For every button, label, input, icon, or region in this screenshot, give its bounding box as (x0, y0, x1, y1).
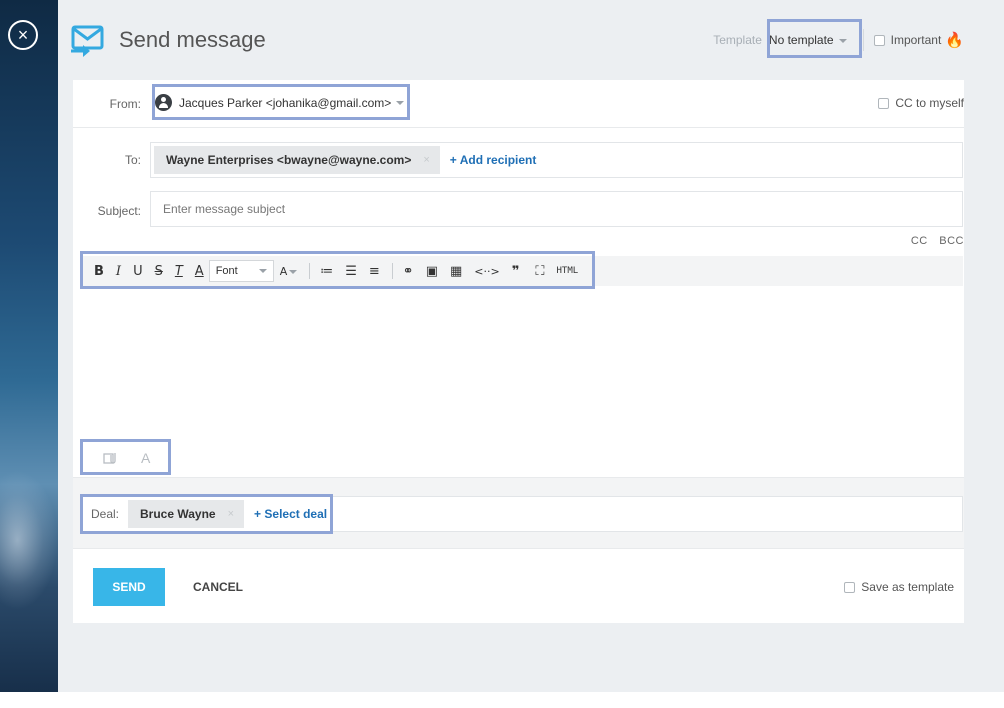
flame-icon: 🔥 (945, 32, 964, 49)
deal-chip[interactable]: Bruce Wayne × (128, 500, 245, 528)
message-editor[interactable] (80, 286, 963, 436)
user-icon (155, 94, 172, 111)
close-button[interactable]: × (8, 20, 38, 50)
text-color-button[interactable]: A (195, 264, 204, 279)
template-select[interactable]: No template (765, 29, 853, 51)
recipient-value: Wayne Enterprises <bwayne@wayne.com> (166, 153, 412, 167)
from-label: From: (109, 97, 141, 111)
cancel-button[interactable]: CANCEL (193, 580, 243, 594)
to-label: To: (124, 153, 141, 167)
template-label: Template (713, 33, 762, 47)
save-as-template-toggle[interactable]: Save as template (844, 580, 954, 594)
deal-label: Deal: (91, 507, 120, 521)
important-label: Important (890, 33, 942, 47)
deal-field[interactable]: Deal: Bruce Wayne × + Select deal (80, 496, 963, 532)
important-checkbox[interactable] (873, 34, 885, 46)
font-select[interactable]: Font (208, 260, 274, 282)
compose-form: From: Jacques Parker <johanika@gmail.com… (73, 80, 964, 623)
send-button[interactable]: SEND (93, 568, 165, 606)
select-deal-link[interactable]: + Select deal (254, 507, 327, 521)
align-button[interactable]: ≡ (369, 264, 380, 279)
remove-recipient-button[interactable]: × (423, 154, 429, 166)
bullet-list-button[interactable]: ☰ (345, 264, 357, 279)
compose-panel: Send message Template No template Import… (58, 0, 1004, 692)
header-actions: Template No template Important 🔥 (713, 29, 964, 51)
cc-link[interactable]: CC (911, 235, 928, 247)
cc-myself-checkbox[interactable] (878, 97, 890, 109)
bold-button[interactable]: B (94, 264, 104, 279)
important-toggle[interactable]: Important 🔥 (873, 31, 964, 49)
add-recipient-link[interactable]: + Add recipient (450, 153, 537, 167)
cc-myself-toggle[interactable]: CC to myself (878, 96, 964, 110)
quote-button[interactable]: ❞ (512, 264, 520, 279)
code-button[interactable]: <··> (474, 265, 499, 278)
html-button[interactable]: HTML (556, 266, 578, 276)
recipient-chip[interactable]: Wayne Enterprises <bwayne@wayne.com> × (154, 146, 440, 174)
remove-deal-button[interactable]: × (228, 508, 234, 520)
image-button[interactable]: ▣ (426, 264, 438, 279)
link-button[interactable]: ⚭ (403, 264, 414, 279)
save-as-template-label: Save as template (861, 580, 954, 594)
strikethrough-button[interactable]: S (155, 264, 163, 279)
italic-button[interactable]: I (116, 264, 121, 279)
from-select[interactable]: Jacques Parker <johanika@gmail.com> (155, 94, 405, 111)
ordered-list-button[interactable]: ≔ (320, 264, 333, 279)
divider (862, 29, 864, 51)
envelope-send-icon (71, 25, 104, 57)
compose-header: Send message Template No template Import… (71, 0, 964, 80)
from-row: From: Jacques Parker <johanika@gmail.com… (73, 80, 964, 128)
font-size-icon: A (279, 264, 288, 278)
font-size-button[interactable]: A (280, 265, 298, 278)
editor-toolbar: B I U S T A Font A ≔ ☰ ≡ ⚭ ▣ ▦ <··> ❞ ⛶ … (80, 256, 963, 286)
subject-input[interactable] (151, 192, 962, 226)
save-as-template-checkbox[interactable] (844, 581, 856, 593)
editor-bottom-tools: A (103, 450, 150, 466)
attachment-icon[interactable] (103, 451, 119, 465)
chevron-down-icon (396, 100, 405, 105)
underline-button[interactable]: U (133, 264, 143, 279)
template-select-value: No template (768, 33, 834, 47)
toolbar-divider (391, 263, 393, 279)
fullscreen-button[interactable]: ⛶ (535, 264, 544, 279)
page-title: Send message (119, 27, 266, 52)
cc-myself-label: CC to myself (895, 96, 964, 110)
chevron-down-icon (289, 269, 298, 274)
clear-format-button[interactable]: T (175, 264, 183, 279)
from-value: Jacques Parker <johanika@gmail.com> (179, 95, 392, 110)
table-button[interactable]: ▦ (450, 264, 462, 279)
subject-field-box (150, 191, 963, 227)
subject-label: Subject: (97, 204, 141, 218)
chevron-down-icon (258, 269, 267, 273)
to-field[interactable]: Wayne Enterprises <bwayne@wayne.com> × +… (150, 142, 963, 178)
toolbar-divider (309, 263, 311, 279)
text-format-button[interactable]: A (141, 450, 150, 466)
deal-value: Bruce Wayne (140, 507, 216, 521)
bcc-link[interactable]: BCC (939, 235, 964, 247)
cc-bcc-links: CC BCC (903, 235, 964, 247)
chevron-down-icon (838, 38, 847, 43)
divider (73, 548, 964, 549)
background-sky (0, 0, 58, 692)
font-select-value: Font (215, 265, 238, 277)
